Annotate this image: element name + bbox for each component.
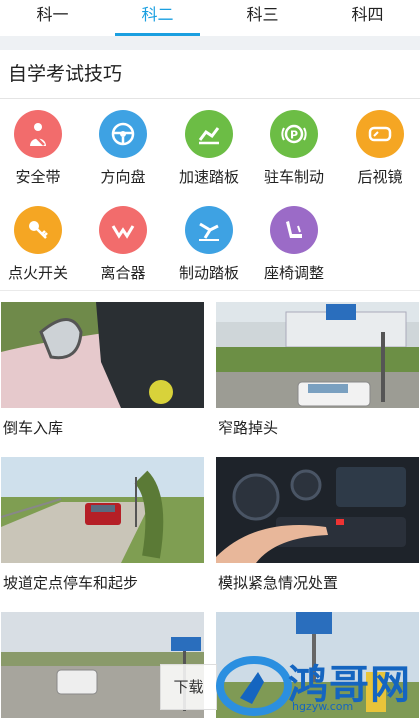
download-button[interactable]: 下载: [160, 664, 217, 710]
icon-label: 后视镜: [357, 168, 403, 186]
seat-icon: [270, 206, 318, 254]
icon-item-accelerator[interactable]: 加速踏板: [167, 110, 251, 187]
tab-subject-1[interactable]: 科一: [0, 0, 105, 36]
steering-wheel-icon: [99, 110, 147, 158]
card-caption: 坡道定点停车和起步: [3, 574, 139, 592]
card-image: [1, 302, 204, 408]
icon-label: 制动踏板: [178, 264, 239, 282]
accelerator-pedal-icon: [185, 110, 233, 158]
card-emergency-simulation[interactable]: 模拟紧急情况处置: [216, 457, 419, 603]
icon-item-seat[interactable]: 座椅调整: [252, 206, 336, 283]
watermark-subtext: hgzyw.com: [292, 700, 354, 713]
icon-label: 加速踏板: [178, 168, 239, 186]
card-image: [216, 302, 419, 408]
icon-label: 座椅调整: [263, 264, 324, 282]
card-caption: 模拟紧急情况处置: [218, 574, 339, 592]
icon-label: 安全带: [15, 168, 61, 186]
icon-item-parking-brake[interactable]: P 驻车制动: [252, 110, 336, 187]
card-image: [1, 457, 204, 563]
tab-subject-3[interactable]: 科三: [210, 0, 315, 36]
clutch-icon: [99, 206, 147, 254]
subject-tabs: 科一 科二 科三 科四: [0, 0, 420, 36]
icon-label: 方向盘: [100, 168, 146, 186]
svg-text:P: P: [290, 129, 298, 142]
tab-subject-2[interactable]: 科二: [105, 0, 210, 36]
icon-label: 离合器: [100, 264, 146, 282]
card-caption: 窄路掉头: [218, 419, 279, 437]
mirror-icon: [356, 110, 404, 158]
icon-item-seatbelt[interactable]: 安全带: [0, 110, 80, 187]
icon-item-steering-wheel[interactable]: 方向盘: [81, 110, 165, 187]
brake-pedal-icon: [185, 206, 233, 254]
icon-label: 驻车制动: [263, 168, 324, 186]
tab-subject-4[interactable]: 科四: [315, 0, 420, 36]
card-reverse-parking[interactable]: 倒车入库: [1, 302, 204, 448]
icon-item-ignition[interactable]: 点火开关: [0, 206, 80, 283]
icon-label: 点火开关: [7, 264, 68, 282]
parking-brake-icon: P: [270, 110, 318, 158]
card-narrow-road-turn[interactable]: 窄路掉头: [216, 302, 419, 448]
divider: [0, 98, 420, 99]
icon-item-mirror[interactable]: 后视镜: [338, 110, 420, 187]
card-caption: 倒车入库: [3, 419, 64, 437]
card-hill-start[interactable]: 坡道定点停车和起步: [1, 457, 204, 603]
section-title: 自学考试技巧: [8, 63, 123, 85]
seatbelt-icon: [14, 110, 62, 158]
icon-item-clutch[interactable]: 离合器: [81, 206, 165, 283]
section-gap: [0, 36, 420, 50]
card-image: [216, 457, 419, 563]
key-icon: [14, 206, 62, 254]
icon-item-brake[interactable]: 制动踏板: [167, 206, 251, 283]
